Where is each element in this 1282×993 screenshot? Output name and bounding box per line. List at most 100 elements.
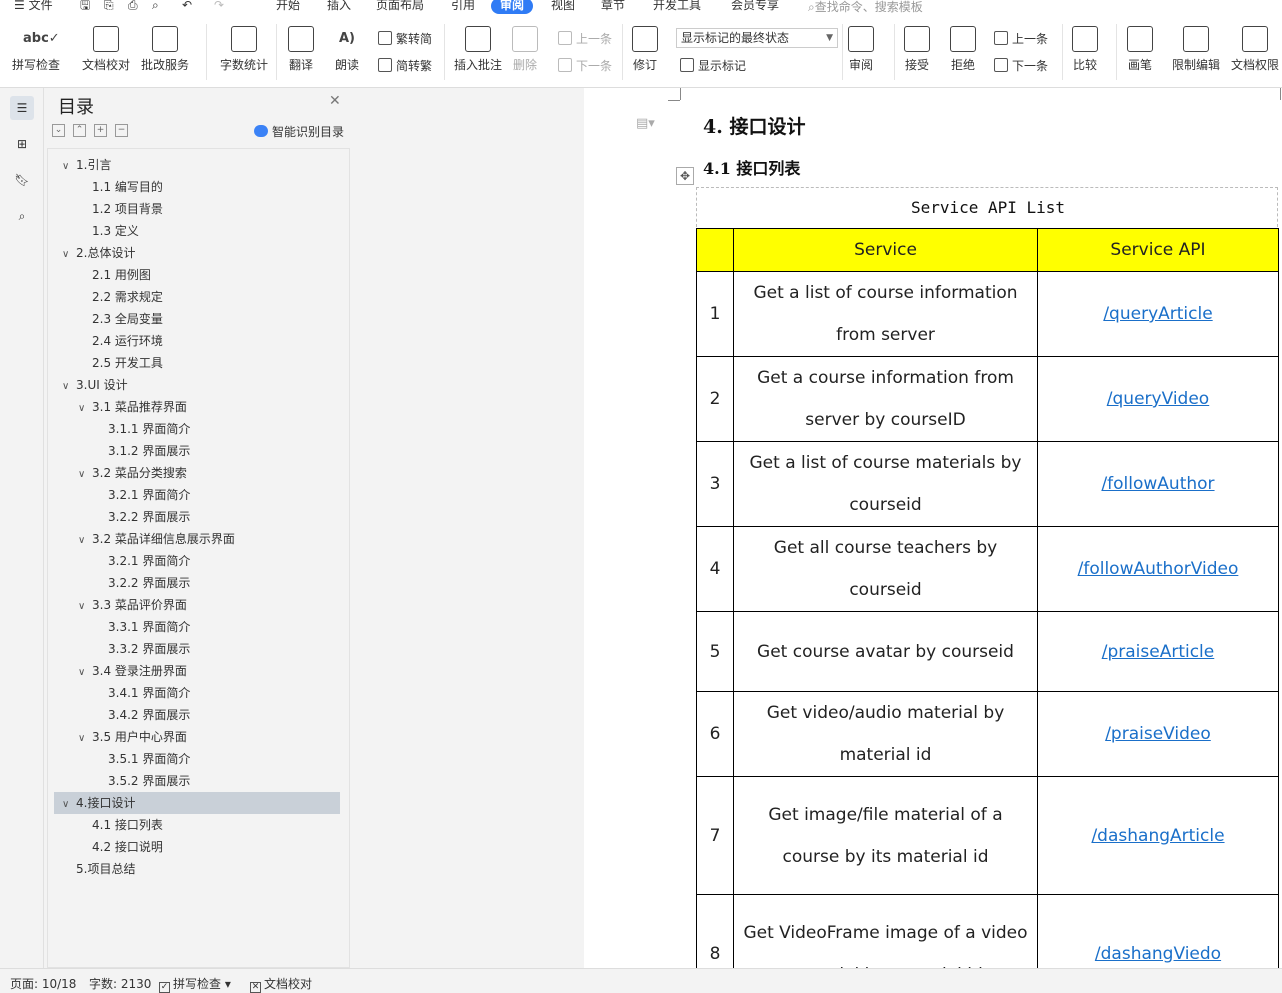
page-indicator[interactable]: 页面: 10/18 (10, 975, 76, 992)
simp-to-trad-button[interactable]: 简转繁 (378, 57, 432, 74)
api-link[interactable]: /dashangViedo (1095, 944, 1221, 964)
next-comment-button[interactable]: 下一条 (558, 57, 612, 74)
tab-developer[interactable]: 开发工具 (653, 0, 701, 14)
reject-button[interactable]: 拒绝 (950, 26, 976, 73)
undo-icon[interactable]: ↶ (182, 0, 192, 14)
redo-icon[interactable]: ↷ (214, 0, 224, 14)
tab-insert[interactable]: 插入 (327, 0, 351, 14)
api-link[interactable]: /dashangArticle (1091, 826, 1224, 846)
chevron-down-icon[interactable]: ∨ (62, 794, 76, 816)
nav-structure-icon[interactable]: ⊞ (10, 132, 34, 156)
tab-member[interactable]: 会员专享 (731, 0, 779, 14)
find-icon[interactable]: ⌕ (10, 204, 34, 228)
api-link[interactable]: /followAuthor (1101, 474, 1214, 494)
toc-item[interactable]: 3.2.2 界面展示 (54, 506, 340, 528)
toc-item[interactable]: ∨ 3.2 菜品详细信息展示界面 (54, 528, 340, 550)
toc-item[interactable]: 5.项目总结 (54, 858, 340, 880)
trad-to-simp-button[interactable]: 繁转简 (378, 30, 432, 47)
toc-item[interactable]: 3.5.2 界面展示 (54, 770, 340, 792)
remove-level-icon[interactable]: − (115, 124, 128, 137)
toc-item[interactable]: 2.3 全局变量 (54, 308, 340, 330)
tab-start[interactable]: 开始 (276, 0, 300, 14)
delete-comment-button[interactable]: 删除 (512, 26, 538, 73)
toc-item[interactable]: 3.4.1 界面简介 (54, 682, 340, 704)
toc-item[interactable]: ∨ 3.4 登录注册界面 (54, 660, 340, 682)
spell-check-button[interactable]: abc✓ 拼写检查 (12, 26, 60, 73)
toc-item[interactable]: 2.4 运行环境 (54, 330, 340, 352)
doc-proofread-button[interactable]: 文档校对 (82, 26, 130, 73)
chevron-down-icon[interactable]: ∨ (78, 728, 92, 750)
toc-item[interactable]: ∨ 2.总体设计 (54, 242, 340, 264)
tab-layout[interactable]: 页面布局 (376, 0, 424, 14)
toc-item[interactable]: 3.2.2 界面展示 (54, 572, 340, 594)
chevron-down-icon[interactable]: ∨ (62, 376, 76, 398)
api-link[interactable]: /praiseArticle (1102, 642, 1215, 662)
next-change-button[interactable]: 下一条 (994, 57, 1048, 74)
toc-item[interactable]: 1.1 编写目的 (54, 176, 340, 198)
status-doc-proofread[interactable]: ✕ 文档校对 (250, 975, 312, 993)
api-link[interactable]: /followAuthorVideo (1078, 559, 1239, 579)
chevron-down-icon[interactable]: ∨ (78, 530, 92, 552)
review-pane-button[interactable]: 审阅 (848, 26, 874, 73)
export-icon[interactable]: ⎘ (104, 0, 114, 14)
insert-comment-button[interactable]: 插入批注 (454, 26, 502, 73)
toc-item[interactable]: 2.1 用例图 (54, 264, 340, 286)
chevron-down-icon[interactable]: ∨ (78, 596, 92, 618)
tab-view[interactable]: 视图 (551, 0, 575, 14)
toc-item[interactable]: 2.5 开发工具 (54, 352, 340, 374)
chevron-down-icon[interactable]: ∨ (78, 398, 92, 420)
toc-item[interactable]: ∨ 3.5 用户中心界面 (54, 726, 340, 748)
toc-item[interactable]: ∨ 4.接口设计 (54, 792, 340, 814)
toc-item[interactable]: 3.3.2 界面展示 (54, 638, 340, 660)
read-aloud-button[interactable]: A) 朗读 (334, 26, 360, 73)
toc-item[interactable]: 3.2.1 界面简介 (54, 484, 340, 506)
toc-item[interactable]: ∨ 3.UI 设计 (54, 374, 340, 396)
toc-item[interactable]: ∨ 1.引言 (54, 154, 340, 176)
tab-references[interactable]: 引用 (451, 0, 475, 14)
save-icon[interactable]: 🖫 (80, 0, 90, 14)
toc-item[interactable]: 1.2 项目背景 (54, 198, 340, 220)
toc-item[interactable]: 4.2 接口说明 (54, 836, 340, 858)
prev-comment-button[interactable]: 上一条 (558, 30, 612, 47)
toc-item[interactable]: ∨ 3.3 菜品评价界面 (54, 594, 340, 616)
close-icon[interactable]: ✕ (329, 93, 341, 109)
pen-button[interactable]: 画笔 (1127, 26, 1153, 73)
markup-state-select[interactable]: 显示标记的最终状态 ▼ (676, 28, 838, 48)
chevron-down-icon[interactable]: ∨ (62, 244, 76, 266)
api-link[interactable]: /queryArticle (1103, 304, 1212, 324)
toc-item[interactable]: 3.3.1 界面简介 (54, 616, 340, 638)
toc-item[interactable]: 2.2 需求规定 (54, 286, 340, 308)
toc-item[interactable]: 1.3 定义 (54, 220, 340, 242)
expand-all-icon[interactable]: ⌃ (73, 124, 86, 137)
smart-toc-button[interactable]: 智能识别目录 (254, 123, 344, 140)
preview-icon[interactable]: ⌕ (152, 0, 159, 14)
word-count-indicator[interactable]: 字数: 2130 (89, 975, 151, 992)
show-markup-button[interactable]: 显示标记 (680, 57, 746, 74)
tab-review[interactable]: 审阅 (491, 0, 534, 14)
toc-item[interactable]: 3.1.1 界面简介 (54, 418, 340, 440)
toc-item[interactable]: 3.4.2 界面展示 (54, 704, 340, 726)
toc-item[interactable]: 3.1.2 界面展示 (54, 440, 340, 462)
api-link[interactable]: /queryVideo (1107, 389, 1209, 409)
accept-button[interactable]: 接受 (904, 26, 930, 73)
chevron-down-icon[interactable]: ∨ (78, 662, 92, 684)
chevron-down-icon[interactable]: ∨ (62, 156, 76, 178)
toc-item[interactable]: 3.5.1 界面简介 (54, 748, 340, 770)
word-count-button[interactable]: 字数统计 (220, 26, 268, 73)
restrict-edit-button[interactable]: 限制编辑 (1172, 26, 1220, 73)
toc-item[interactable]: 4.1 接口列表 (54, 814, 340, 836)
command-search[interactable]: ⌕查找命令、搜索模板 (808, 0, 923, 15)
tab-chapter[interactable]: 章节 (601, 0, 625, 14)
collapse-all-icon[interactable]: ⌄ (52, 124, 65, 137)
toc-item[interactable]: ∨ 3.1 菜品推荐界面 (54, 396, 340, 418)
toc-item[interactable]: ∨ 3.2 菜品分类搜索 (54, 462, 340, 484)
api-link[interactable]: /praiseVideo (1105, 724, 1211, 744)
paragraph-layout-icon[interactable]: ▤▾ (636, 116, 655, 131)
print-icon[interactable]: ⎙ (128, 0, 138, 14)
batch-service-button[interactable]: 批改服务 (141, 26, 189, 73)
toc-item[interactable]: 3.2.1 界面简介 (54, 550, 340, 572)
status-spell-check[interactable]: ✓ 拼写检查 ▾ (159, 975, 231, 993)
doc-permission-button[interactable]: 文档权限 (1231, 26, 1279, 73)
bookmark-icon[interactable]: 🔖︎ (10, 168, 34, 192)
prev-change-button[interactable]: 上一条 (994, 30, 1048, 47)
